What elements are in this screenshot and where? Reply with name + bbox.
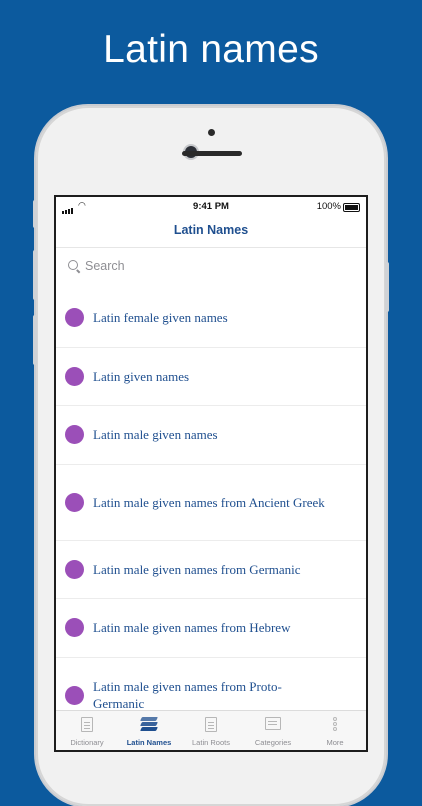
list-item[interactable]: Latin given names xyxy=(56,348,366,406)
app-screen: ◠ 9:41 PM 100% Latin Names Search Latin … xyxy=(56,197,366,750)
promo-headline: Latin names xyxy=(103,28,319,71)
front-sensor xyxy=(208,129,215,136)
tab-label: Latin Names xyxy=(126,738,172,747)
mute-switch xyxy=(33,200,37,228)
search-icon xyxy=(68,260,78,270)
list-item-label: Latin male given names xyxy=(93,427,218,443)
volume-up-button xyxy=(33,250,37,300)
tab-label: Dictionary xyxy=(70,738,104,747)
list-item[interactable]: Latin male given names from Ancient Gree… xyxy=(56,465,366,541)
category-dot-icon xyxy=(65,308,84,328)
list-item[interactable]: Latin female given names xyxy=(56,289,366,348)
names-list: Latin female given names Latin given nam… xyxy=(56,289,366,734)
power-button xyxy=(385,262,389,312)
tab-bar: Dictionary Latin Names Latin Roots Categ… xyxy=(56,710,366,750)
tab-label: Latin Roots xyxy=(192,738,230,747)
tab-label: More xyxy=(326,738,344,747)
battery-icon xyxy=(343,203,360,212)
category-dot-icon xyxy=(65,559,84,579)
search-placeholder: Search xyxy=(85,259,125,273)
category-dot-icon xyxy=(65,685,84,705)
tab-latin-roots[interactable]: Latin Roots xyxy=(180,711,242,750)
layers-icon xyxy=(140,717,158,731)
battery-percent: 100% xyxy=(316,201,341,212)
list-item-label: Latin male given names from Ancient Gree… xyxy=(93,494,325,510)
list-item[interactable]: Latin male given names xyxy=(56,406,366,465)
category-dot-icon xyxy=(65,366,84,386)
earpiece-speaker xyxy=(182,151,242,156)
search-input[interactable]: Search xyxy=(68,259,348,279)
category-dot-icon xyxy=(65,618,84,638)
navigation-bar: Latin Names xyxy=(56,217,366,248)
tab-label: Categories xyxy=(254,738,292,747)
list-item[interactable]: Latin male given names from Hebrew xyxy=(56,599,366,658)
tab-dictionary[interactable]: Dictionary xyxy=(56,711,118,750)
tab-latin-names[interactable]: Latin Names xyxy=(118,711,180,750)
list-item-label: Latin male given names from Proto-German… xyxy=(93,679,282,711)
status-bar: ◠ 9:41 PM 100% xyxy=(56,197,366,217)
list-item-label: Latin female given names xyxy=(93,310,228,326)
volume-down-button xyxy=(33,315,37,365)
categories-icon xyxy=(265,717,281,730)
list-item-label: Latin male given names from Germanic xyxy=(93,561,301,577)
list-item[interactable]: Latin male given names from Germanic xyxy=(56,541,366,599)
more-icon xyxy=(333,717,337,731)
list-item-label: Latin given names xyxy=(93,368,190,384)
list-item-label: Latin male given names from Hebrew xyxy=(93,620,291,636)
category-dot-icon xyxy=(65,425,84,445)
page-title: Latin Names xyxy=(173,223,249,237)
tab-categories[interactable]: Categories xyxy=(242,711,304,750)
dictionary-icon xyxy=(81,717,93,732)
tab-more[interactable]: More xyxy=(304,711,366,750)
category-dot-icon xyxy=(65,492,84,512)
document-icon xyxy=(205,717,217,732)
